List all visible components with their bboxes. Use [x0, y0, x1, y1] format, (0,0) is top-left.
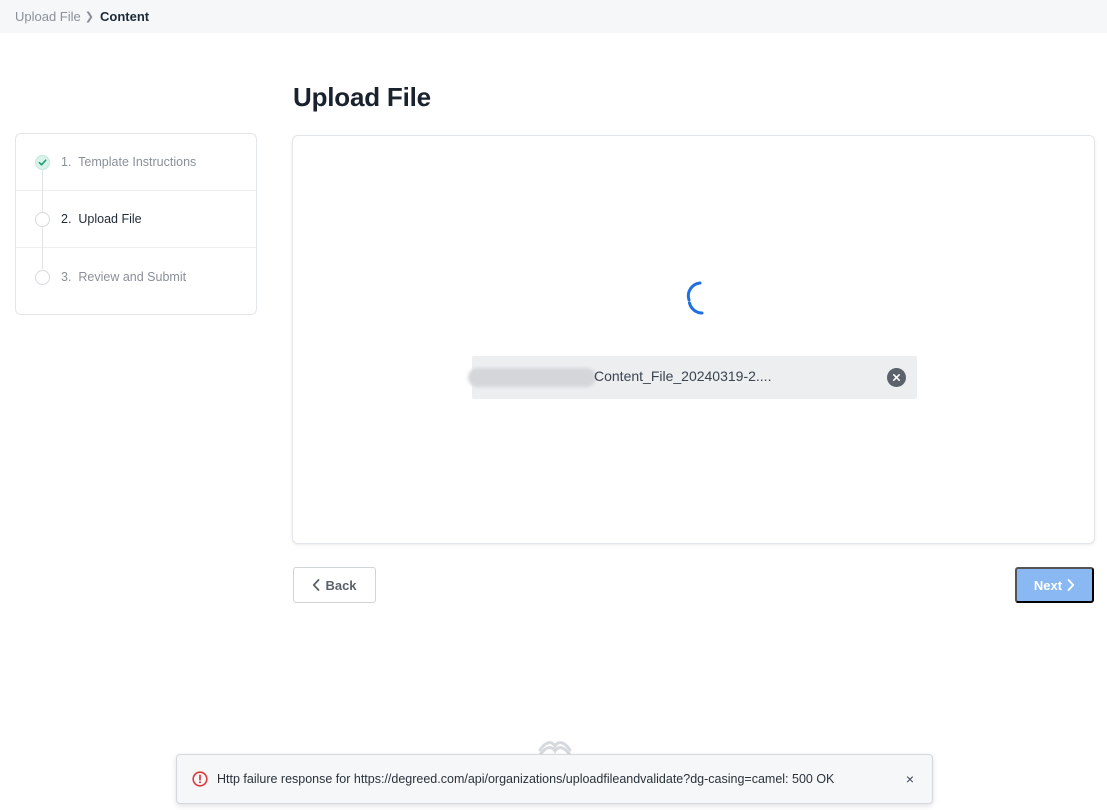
- close-icon[interactable]: ×: [906, 771, 914, 787]
- step-review-and-submit[interactable]: 3. Review and Submit: [16, 248, 256, 305]
- toast-message: Http failure response for https://degree…: [217, 772, 835, 786]
- stepper: 1. Template Instructions 2. Upload File …: [15, 133, 257, 315]
- step-circle-icon: [35, 212, 50, 227]
- uploaded-file-chip: Content_File_20240319-2....: [468, 356, 917, 399]
- breadcrumb-bar: Upload File ❯ Content: [0, 0, 1107, 33]
- breadcrumb-parent[interactable]: Upload File: [15, 9, 81, 24]
- upload-card: Content_File_20240319-2....: [292, 135, 1095, 544]
- error-circle-icon: [192, 771, 208, 787]
- redacted-file-prefix: [468, 368, 596, 387]
- step-circle-icon: [35, 269, 50, 285]
- step-label: 1. Template Instructions: [61, 155, 197, 169]
- chevron-left-icon: [313, 579, 320, 591]
- error-toast: Http failure response for https://degree…: [176, 754, 933, 804]
- file-name: Content_File_20240319-2....: [594, 368, 772, 384]
- breadcrumb-current: Content: [99, 9, 150, 24]
- step-upload-file[interactable]: 2. Upload File: [16, 191, 256, 269]
- step-label: 3. Review and Submit: [61, 269, 187, 284]
- page-title: Upload File: [293, 82, 431, 112]
- loading-spinner-icon: [686, 281, 704, 315]
- step-label: 2. Upload File: [61, 212, 142, 226]
- step-connector: [42, 170, 43, 212]
- back-button-label: Back: [325, 577, 357, 593]
- chevron-right-icon: [1067, 579, 1075, 591]
- chevron-right-icon: ❯: [84, 11, 94, 23]
- step-connector: [42, 227, 43, 269]
- step-template-instructions[interactable]: 1. Template Instructions: [16, 134, 256, 212]
- close-circle-icon[interactable]: [887, 368, 906, 387]
- next-button[interactable]: Next: [1015, 567, 1094, 603]
- check-icon: [35, 155, 50, 170]
- next-button-label: Next: [1033, 577, 1063, 593]
- back-button[interactable]: Back: [293, 567, 376, 603]
